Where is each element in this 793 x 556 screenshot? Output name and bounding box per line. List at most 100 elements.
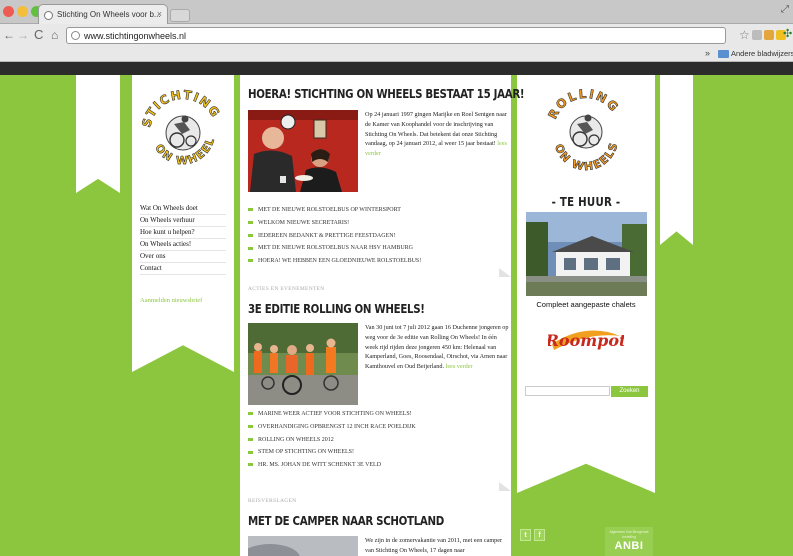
related-link[interactable]: Marine weer actief voor Stichting On Whe… (248, 408, 503, 421)
bookmarks-bar: » Andere bladwijzers (0, 46, 793, 62)
bullet-icon (248, 246, 253, 250)
article-excerpt: We zijn in de zomervakantie van 2011, me… (365, 537, 503, 554)
wrench-icon[interactable]: ✣ (783, 27, 792, 40)
extension-icon[interactable] (764, 30, 774, 40)
related-link[interactable]: Iedereen bedankt & prettige feestdagen! (248, 230, 503, 243)
minimize-window-button[interactable] (17, 6, 28, 17)
globe-icon (71, 31, 80, 40)
anbi-label: ANBI (614, 540, 644, 552)
bullet-icon (248, 463, 253, 467)
nav-item-contact[interactable]: Contact (140, 263, 226, 275)
anbi-badge[interactable]: Algemeen Nut Beogende Instelling ANBI (605, 527, 653, 556)
bullet-icon (248, 450, 253, 454)
related-link[interactable]: Stem op Stichting On Wheels! (248, 446, 503, 459)
tab-bar: Stichting On Wheels voor b... × ⤢ (0, 0, 793, 24)
article-title[interactable]: MET DE CAMPER NAAR SCHOTLAND (248, 513, 444, 528)
top-bar (0, 62, 793, 75)
article-15-jaar: HOERA! STICHTING ON WHEELS BESTAAT 15 JA… (248, 86, 525, 271)
related-link-label: Stem op Stichting On Wheels! (258, 449, 354, 456)
chalet-caption: Compleet aangepaste chalets (536, 300, 636, 309)
left-navigation: Wat On Wheels doet On Wheels verhuur Hoe… (140, 203, 226, 275)
article-excerpt-text: Van 30 juni tot 7 juli 2012 gaan 16 Duch… (365, 324, 509, 371)
bullet-icon (248, 424, 253, 428)
sidebar-heading: - TE HUUR - (551, 195, 621, 209)
roompot-logo-text: Roompot (548, 331, 624, 350)
article-photo[interactable] (248, 323, 358, 405)
article-rolling-on-wheels: Acties en evenementen 3E EDITIE ROLLING … (248, 286, 511, 486)
related-link-label: Rolling On Wheels 2012 (258, 436, 334, 443)
related-link-label: Marine weer actief voor Stichting On Whe… (258, 411, 412, 417)
anbi-subtitle: Algemeen Nut Beogende Instelling (609, 530, 649, 539)
newsletter-link[interactable]: Aanmelden nieuwsbrief (140, 297, 202, 304)
decorative-ribbon (76, 75, 120, 193)
related-link-label: Iedereen bedankt & prettige feestdagen! (258, 232, 396, 239)
related-links: Marine weer actief voor Stichting On Whe… (248, 408, 503, 472)
tab-title: Stichting On Wheels voor b... (57, 10, 161, 19)
close-window-button[interactable] (3, 6, 14, 17)
roompot-logo[interactable]: Roompot (548, 318, 624, 358)
related-link-label: Met de nieuwe rolstoelbus naar HSV Hambu… (258, 245, 414, 252)
folder-icon (718, 50, 729, 58)
article-camper-schotland: Reisverslagen MET DE CAMPER NAAR SCHOTLA… (248, 498, 511, 556)
related-link[interactable]: Hr. Ms. Johan de Witt schenkt 3e veld (248, 459, 503, 472)
fullscreen-icon[interactable]: ⤢ (781, 4, 789, 15)
article-excerpt-text: Op 24 januari 1997 gingen Marijke en Roe… (365, 111, 507, 148)
bullet-icon (248, 412, 253, 416)
search-button[interactable]: Zoeken (611, 386, 648, 397)
related-link[interactable]: Hoera! We hebben een gloednieuwe rolstoe… (248, 255, 503, 268)
home-icon[interactable]: ⌂ (51, 28, 58, 42)
article-category[interactable]: Reisverslagen (248, 498, 297, 504)
related-link-label: Overhandiging opbrengst 12 inch race poe… (258, 423, 416, 430)
related-link-label: Hr. Ms. Johan de Witt schenkt 3e veld (258, 462, 382, 469)
related-link[interactable]: Rolling On Wheels 2012 (248, 434, 503, 447)
url-text: www.stichtingonwheels.nl (84, 31, 187, 41)
bookmark-star-icon[interactable]: ☆ (739, 28, 750, 42)
related-link-label: Met de nieuwe rolstoelbus op wintersport (258, 207, 401, 213)
read-more-link[interactable]: lees verder (446, 363, 473, 370)
related-link[interactable]: Met de nieuwe rolstoelbus op wintersport (248, 204, 503, 217)
address-bar[interactable]: www.stichtingonwheels.nl (66, 27, 726, 44)
article-title[interactable]: HOERA! STICHTING ON WHEELS BESTAAT 15 JA… (248, 86, 525, 101)
related-link[interactable]: Met de nieuwe rolstoelbus naar HSV Hambu… (248, 242, 503, 255)
globe-icon (44, 11, 53, 20)
article-photo[interactable] (248, 110, 358, 192)
bookmarks-overflow-icon[interactable]: » (705, 48, 710, 58)
nav-item-acties[interactable]: On Wheels acties! (140, 239, 226, 251)
bullet-icon (248, 208, 253, 212)
related-link-label: Hoera! We hebben een gloednieuwe rolstoe… (258, 258, 422, 265)
nav-item-wat-on-wheels-doet[interactable]: Wat On Wheels doet (140, 203, 226, 215)
back-icon[interactable]: ← (3, 28, 15, 42)
close-tab-icon[interactable]: × (157, 9, 162, 19)
article-photo[interactable] (248, 536, 358, 556)
nav-item-helpen[interactable]: Hoe kunt u helpen? (140, 227, 226, 239)
twitter-icon[interactable]: t (520, 529, 531, 541)
rolling-on-wheels-logo[interactable]: ROLLING ON WHEELS (540, 84, 632, 174)
related-link-label: Welkom nieuwe secretaris! (258, 219, 350, 226)
bullet-icon (248, 220, 253, 224)
facebook-icon[interactable]: f (534, 529, 545, 541)
new-tab-button[interactable] (170, 9, 190, 22)
browser-chrome: Stichting On Wheels voor b... × ⤢ ← → C … (0, 0, 793, 62)
search-input[interactable] (525, 386, 610, 396)
browser-toolbar: ← → C ⌂ www.stichtingonwheels.nl ☆ ✣ (0, 24, 793, 46)
article-title[interactable]: 3E EDITIE ROLLING ON WHEELS! (248, 301, 425, 316)
forward-icon[interactable]: → (17, 28, 29, 42)
article-excerpt: Van 30 juni tot 7 juli 2012 gaan 16 Duch… (365, 323, 509, 372)
other-bookmarks-link[interactable]: Andere bladwijzers (731, 49, 793, 58)
decorative-ribbon (660, 75, 693, 245)
nav-item-verhuur[interactable]: On Wheels verhuur (140, 215, 226, 227)
stichting-on-wheels-logo[interactable]: STICHTING ON WHEELS (138, 84, 228, 176)
chalet-photo[interactable] (526, 212, 647, 296)
related-link[interactable]: Welkom nieuwe secretaris! (248, 217, 503, 230)
article-category[interactable]: Acties en evenementen (248, 286, 325, 292)
article-excerpt: Op 24 januari 1997 gingen Marijke en Roe… (365, 110, 509, 159)
reload-icon[interactable]: C (34, 28, 43, 42)
bullet-icon (248, 437, 253, 441)
related-links: Met de nieuwe rolstoelbus op wintersport… (248, 204, 503, 268)
bullet-icon (248, 233, 253, 237)
extension-icon[interactable] (752, 30, 762, 40)
nav-item-over-ons[interactable]: Over ons (140, 251, 226, 263)
browser-tab[interactable]: Stichting On Wheels voor b... × (38, 4, 168, 24)
bullet-icon (248, 259, 253, 263)
related-link[interactable]: Overhandiging opbrengst 12 inch race poe… (248, 421, 503, 434)
